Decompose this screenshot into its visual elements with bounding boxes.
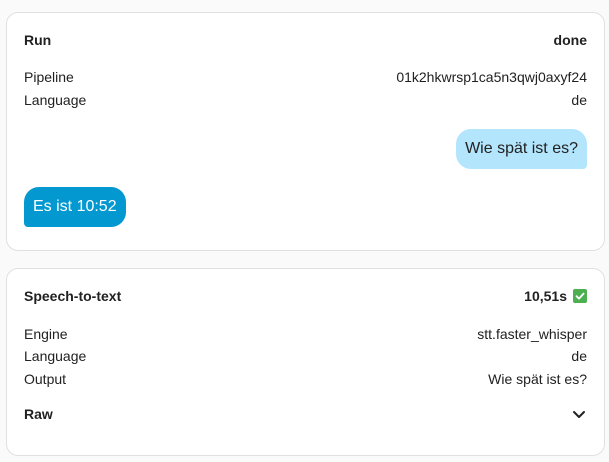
stt-language-value: de (571, 348, 587, 364)
agent-message-bubble: Es ist 10:52 (24, 187, 126, 227)
pipeline-value: 01k2hkwrsp1ca5n3qwj0axyf24 (396, 69, 587, 85)
raw-expander[interactable]: Raw (24, 405, 587, 423)
run-language-value: de (571, 92, 587, 108)
run-language-label: Language (24, 92, 87, 108)
run-status: done (553, 32, 587, 48)
stt-title: Speech-to-text (24, 288, 122, 304)
stt-card: Speech-to-text 10,51s Engine stt.faster_… (6, 268, 605, 456)
stt-language-row: Language de (24, 347, 587, 365)
check-icon (573, 289, 587, 303)
chevron-down-icon[interactable] (571, 406, 587, 422)
pipeline-row: Pipeline 01k2hkwrsp1ca5n3qwj0axyf24 (24, 68, 587, 86)
run-language-row: Language de (24, 91, 587, 109)
stt-language-label: Language (24, 348, 87, 364)
run-header: Run done (24, 31, 587, 49)
pipeline-label: Pipeline (24, 69, 74, 85)
user-message-bubble: Wie spät ist es? (456, 129, 587, 169)
stt-header: Speech-to-text 10,51s (24, 287, 587, 305)
run-title: Run (24, 32, 52, 48)
engine-row: Engine stt.faster_whisper (24, 325, 587, 343)
raw-label: Raw (24, 406, 53, 422)
output-label: Output (24, 371, 67, 387)
output-row: Output Wie spät ist es? (24, 370, 587, 388)
engine-label: Engine (24, 326, 68, 342)
engine-value: stt.faster_whisper (477, 326, 587, 342)
run-card: Run done Pipeline 01k2hkwrsp1ca5n3qwj0ax… (6, 12, 605, 251)
stt-duration: 10,51s (524, 288, 567, 304)
stt-duration-group: 10,51s (524, 287, 587, 305)
output-value: Wie spät ist es? (488, 371, 587, 387)
